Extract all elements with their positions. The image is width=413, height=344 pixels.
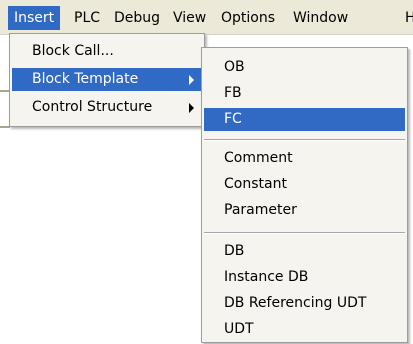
menu-item-comment[interactable]: Comment: [204, 147, 405, 170]
menu-item-fb[interactable]: FB: [204, 82, 405, 105]
insert-menu: Block Call... Block Template Control Str…: [9, 33, 205, 127]
menu-insert[interactable]: Insert: [8, 6, 61, 30]
menu-item-label: UDT: [224, 321, 254, 337]
menu-separator: [204, 232, 405, 234]
menu-item-label: Comment: [224, 150, 293, 166]
submenu-arrow-icon: [189, 75, 194, 85]
menu-plc[interactable]: PLC: [68, 6, 106, 30]
menu-help[interactable]: H: [399, 6, 413, 30]
menu-item-block-template[interactable]: Block Template: [12, 68, 202, 91]
menu-separator: [204, 139, 405, 141]
menu-view[interactable]: View: [167, 6, 212, 30]
menu-item-db[interactable]: DB: [204, 240, 405, 263]
menu-item-label: DB Referencing UDT: [224, 295, 367, 311]
menu-item-label: OB: [224, 59, 245, 75]
menu-item-label: FB: [224, 85, 242, 101]
menu-item-block-call[interactable]: Block Call...: [12, 40, 202, 63]
menu-item-label: Control Structure: [32, 99, 153, 115]
menu-item-label: DB: [224, 243, 245, 259]
menu-item-parameter[interactable]: Parameter: [204, 199, 405, 222]
menu-item-label: Block Call...: [32, 43, 114, 59]
menu-item-fc[interactable]: FC: [204, 108, 405, 131]
block-template-submenu: OB FB FC Comment Constant Parameter DB I…: [201, 47, 408, 343]
menu-item-udt[interactable]: UDT: [204, 318, 405, 341]
menu-item-ob[interactable]: OB: [204, 56, 405, 79]
submenu-arrow-icon: [189, 103, 194, 113]
menu-bar: Insert PLC Debug View Options Window H: [0, 0, 413, 35]
menu-item-label: Instance DB: [224, 269, 309, 285]
menu-debug[interactable]: Debug: [108, 6, 166, 30]
menu-item-label: Constant: [224, 176, 287, 192]
menu-window[interactable]: Window: [287, 6, 354, 30]
menu-item-control-structure[interactable]: Control Structure: [12, 96, 202, 119]
menu-item-constant[interactable]: Constant: [204, 173, 405, 196]
menu-item-db-referencing-udt[interactable]: DB Referencing UDT: [204, 292, 405, 315]
menu-item-label: FC: [224, 111, 242, 127]
menu-item-label: Block Template: [32, 71, 139, 87]
menu-options[interactable]: Options: [215, 6, 281, 30]
menu-item-instance-db[interactable]: Instance DB: [204, 266, 405, 289]
menu-item-label: Parameter: [224, 202, 297, 218]
